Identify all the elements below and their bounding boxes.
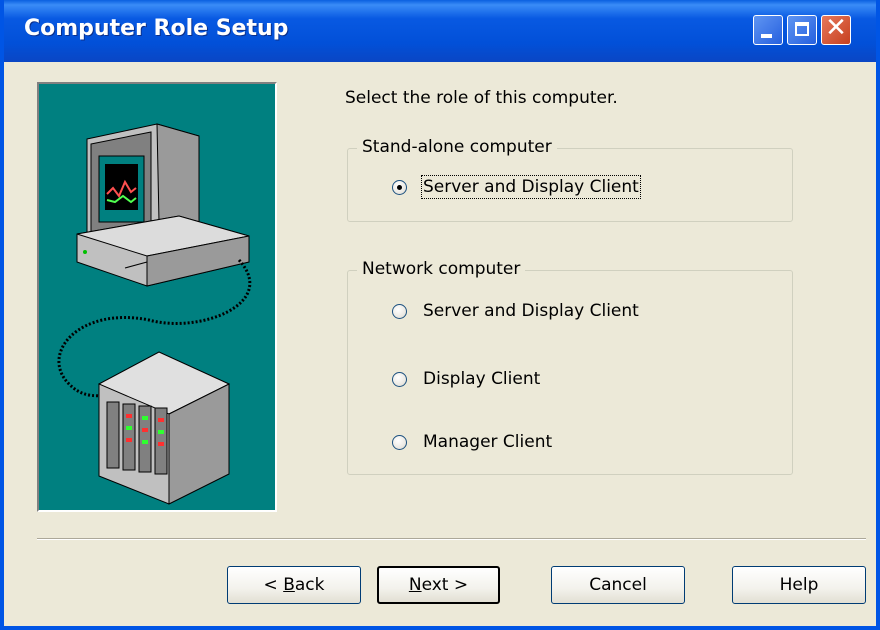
back-button[interactable]: < Back (227, 566, 361, 604)
back-button-mnemonic: B (283, 575, 295, 595)
close-button[interactable]: ✕ (821, 13, 851, 45)
dialog-window: Computer Role Setup ✕ Select the role of… (0, 0, 880, 630)
back-button-prefix: < (263, 575, 284, 595)
standalone-legend: Stand-alone computer (357, 137, 557, 157)
maximize-button[interactable] (787, 15, 817, 45)
radio-network-manager-client[interactable]: Manager Client (392, 432, 552, 452)
help-button-label: Help (779, 575, 819, 595)
radio-label: Manager Client (423, 432, 553, 452)
back-button-rest: ack (294, 575, 325, 595)
radio-label: Server and Display Client (423, 301, 639, 321)
radio-button[interactable] (392, 303, 407, 319)
radio-button[interactable] (392, 371, 407, 387)
radio-label: Server and Display Client (421, 175, 641, 199)
radio-network-server-display-client[interactable]: Server and Display Client (392, 301, 639, 321)
maximize-icon (795, 22, 809, 36)
minimize-icon (761, 34, 772, 38)
title-bar[interactable]: Computer Role Setup ✕ (4, 0, 876, 62)
cancel-button[interactable]: Cancel (551, 566, 685, 604)
standalone-group: Stand-alone computer Server and Display … (347, 137, 793, 222)
radio-label: Display Client (423, 369, 541, 389)
setup-illustration (37, 82, 277, 512)
close-icon: ✕ (825, 13, 847, 43)
computer-server-illustration (39, 84, 275, 510)
separator (37, 538, 866, 540)
next-button-rest: ext > (421, 575, 469, 595)
radio-button[interactable] (392, 179, 407, 195)
minimize-button[interactable] (753, 15, 783, 45)
radio-selected-dot (397, 184, 402, 190)
next-button-mnemonic: N (408, 575, 422, 595)
network-legend: Network computer (357, 259, 526, 279)
window-title: Computer Role Setup (24, 16, 289, 41)
radio-button[interactable] (392, 434, 407, 450)
radio-network-display-client[interactable]: Display Client (392, 369, 540, 389)
help-button[interactable]: Help (732, 566, 866, 604)
cancel-button-label: Cancel (589, 575, 647, 595)
instruction-text: Select the role of this computer. (345, 88, 618, 108)
network-group: Network computer Server and Display Clie… (347, 259, 793, 475)
radio-standalone-server-display-client[interactable]: Server and Display Client (392, 175, 641, 199)
next-button[interactable]: Next > (377, 566, 500, 604)
